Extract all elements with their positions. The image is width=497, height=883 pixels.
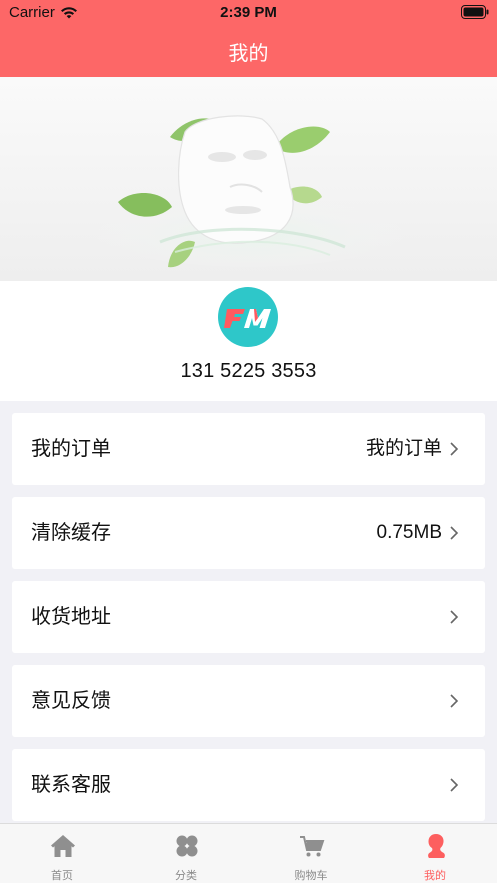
chevron-right-icon bbox=[450, 694, 459, 708]
menu-row-clear-cache[interactable]: 清除缓存 0.75MB bbox=[12, 497, 485, 569]
menu-row-label: 收货地址 bbox=[31, 606, 111, 628]
tab-cart[interactable]: 购物车 bbox=[249, 824, 373, 883]
tab-home[interactable]: 首页 bbox=[0, 824, 124, 883]
chevron-right-icon bbox=[450, 610, 459, 624]
tab-label: 我的 bbox=[424, 870, 446, 882]
menu-row-label: 联系客服 bbox=[31, 774, 111, 796]
chevron-right-icon bbox=[450, 778, 459, 792]
avatar[interactable] bbox=[218, 287, 278, 347]
tab-profile[interactable]: 我的 bbox=[373, 824, 497, 883]
banner-image bbox=[0, 77, 497, 281]
menu-row-customer-service[interactable]: 联系客服 bbox=[12, 749, 485, 821]
cart-icon bbox=[300, 836, 325, 857]
category-icon bbox=[176, 835, 198, 857]
tab-label: 购物车 bbox=[294, 870, 328, 882]
profile-section: 131 5225 3553 bbox=[0, 281, 497, 401]
cache-size-value: 0.75MB bbox=[376, 522, 442, 543]
battery-icon bbox=[461, 5, 489, 19]
header: Carrier 2:39 PM 我的 bbox=[0, 0, 497, 77]
status-bar: Carrier 2:39 PM bbox=[0, 0, 497, 26]
chevron-right-icon bbox=[450, 526, 459, 540]
phone-number: 131 5225 3553 bbox=[180, 360, 317, 382]
menu-row-feedback[interactable]: 意见反馈 bbox=[12, 665, 485, 737]
menu-row-orders[interactable]: 我的订单 我的订单 bbox=[12, 413, 485, 485]
menu-row-address[interactable]: 收货地址 bbox=[12, 581, 485, 653]
menu-row-value: 我的订单 bbox=[365, 438, 442, 459]
fm-logo-icon bbox=[224, 309, 271, 328]
tab-label: 首页 bbox=[51, 870, 73, 882]
status-time: 2:39 PM bbox=[220, 4, 277, 21]
home-icon bbox=[51, 835, 75, 857]
menu-row-label: 意见反馈 bbox=[31, 690, 111, 712]
menu-row-label: 我的订单 bbox=[31, 438, 111, 460]
tab-category[interactable]: 分类 bbox=[124, 824, 248, 883]
tab-label: 分类 bbox=[175, 870, 197, 882]
tab-bar: 首页 分类 购物车 我的 bbox=[0, 823, 497, 883]
profile-icon bbox=[428, 834, 445, 858]
menu-row-label: 清除缓存 bbox=[31, 522, 111, 544]
chevron-right-icon bbox=[450, 442, 459, 456]
page-title: 我的 bbox=[228, 43, 269, 65]
